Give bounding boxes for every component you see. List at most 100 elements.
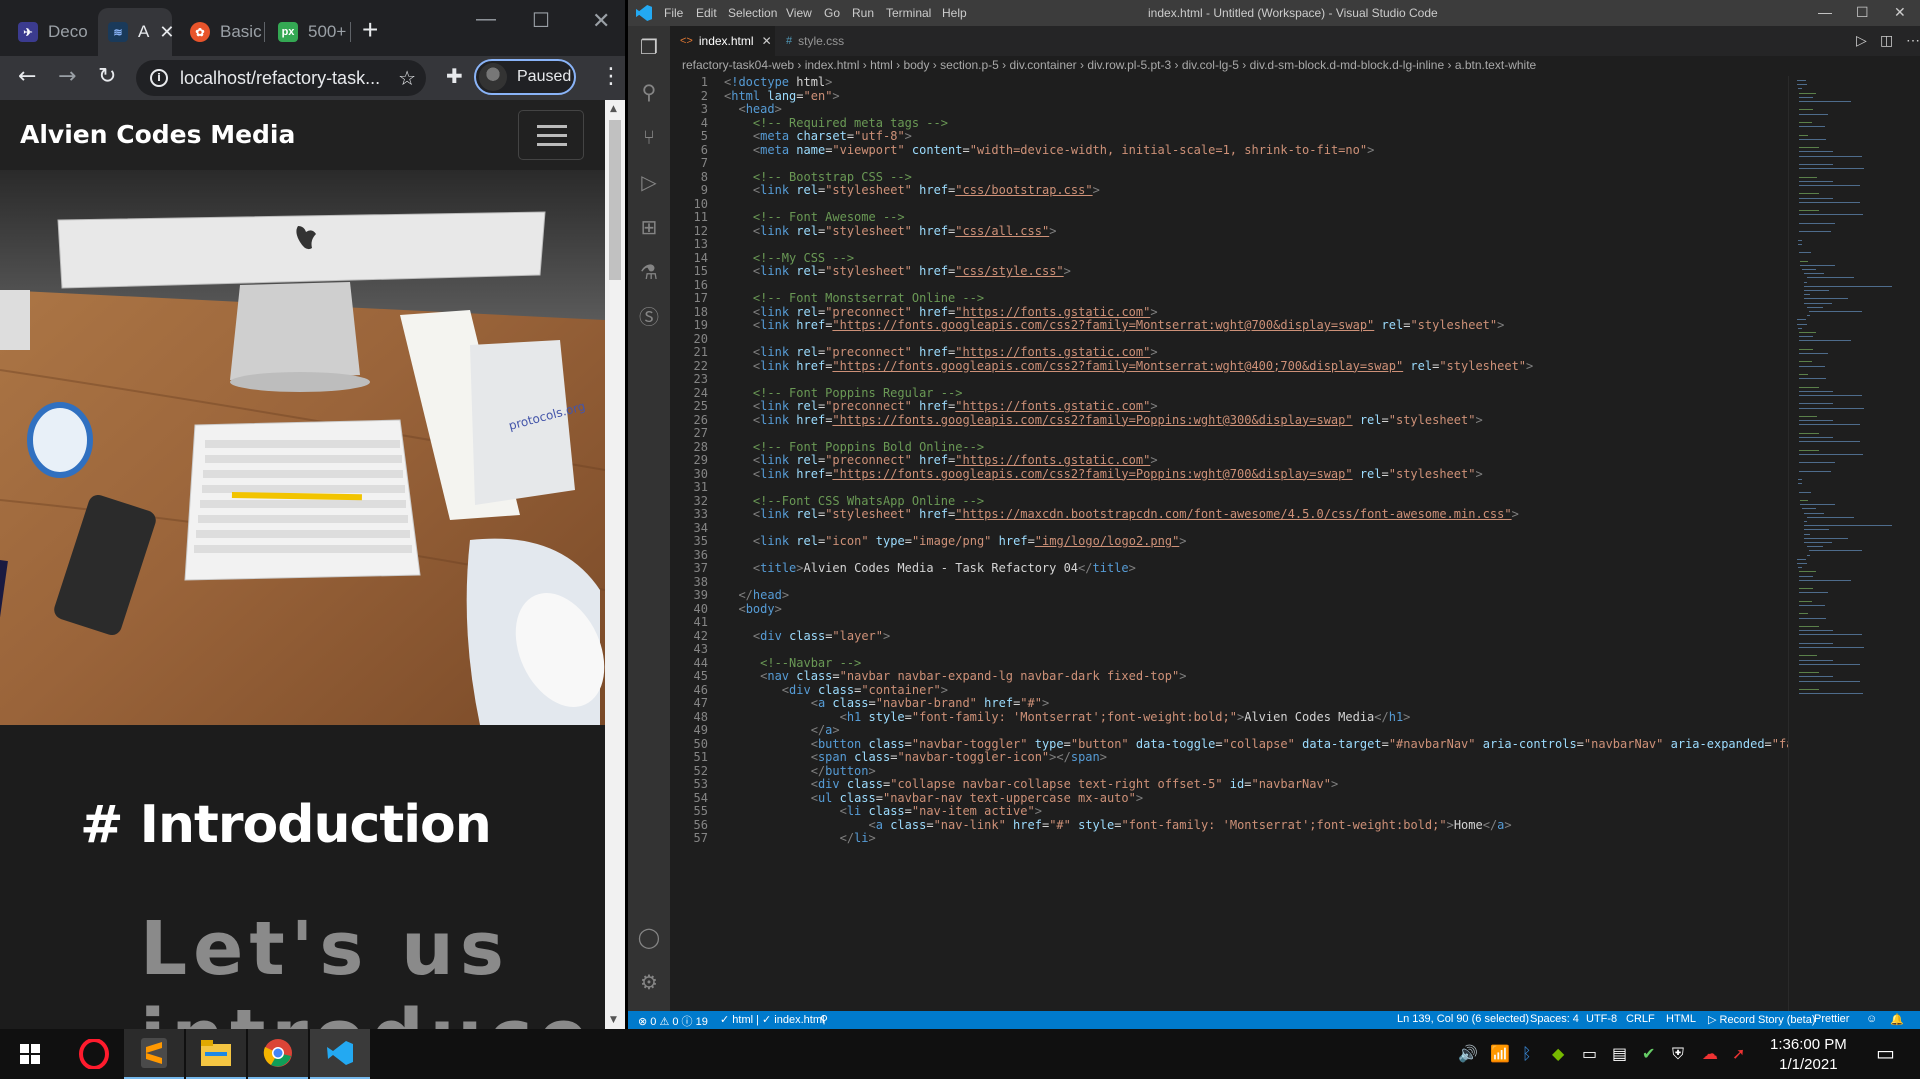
code-line[interactable]: 7 [670, 156, 1820, 171]
code-line[interactable]: 48 <h1 style="font-family: 'Montserrat';… [670, 710, 1820, 725]
battery-icon[interactable]: ▭ [1582, 1044, 1597, 1063]
code-line[interactable]: 46 <div class="container"> [670, 683, 1820, 698]
code-line[interactable]: 11 <!-- Font Awesome --> [670, 210, 1820, 225]
tab-index-html[interactable]: <> index.html ✕ [670, 26, 775, 56]
scrollbar-thumb[interactable] [609, 120, 621, 280]
code-line[interactable]: 20 [670, 332, 1820, 347]
code-line[interactable]: 41 [670, 615, 1820, 630]
code-line[interactable]: 31 [670, 480, 1820, 495]
profile-button[interactable]: Paused [474, 59, 576, 95]
problems-indicator[interactable]: ⊗ 0 ⚠ 0 ⓘ 19 [638, 1013, 708, 1029]
taskbar-file-explorer[interactable] [186, 1029, 246, 1079]
code-line[interactable]: 57 </li> [670, 831, 1820, 846]
live-share-icon[interactable]: Ⓢ [637, 306, 661, 330]
notifications-bell-icon[interactable]: 🔔 [1890, 1013, 1904, 1026]
code-line[interactable]: 6 <meta name="viewport" content="width=d… [670, 143, 1820, 158]
code-line[interactable]: 42 <div class="layer"> [670, 629, 1820, 644]
code-line[interactable]: 5 <meta charset="utf-8"> [670, 129, 1820, 144]
menu-file[interactable]: File [664, 6, 683, 20]
code-line[interactable]: 51 <span class="navbar-toggler-icon"></s… [670, 750, 1820, 765]
tab-style-css[interactable]: # style.css [776, 26, 856, 56]
code-line[interactable]: 21 <link rel="preconnect" href="https://… [670, 345, 1820, 360]
taskbar-vscode[interactable] [310, 1029, 370, 1079]
code-line[interactable]: 32 <!--Font CSS WhatsApp Online --> [670, 494, 1820, 509]
code-line[interactable]: 4 <!-- Required meta tags --> [670, 116, 1820, 131]
taskbar-opera[interactable] [64, 1029, 124, 1079]
code-line[interactable]: 16 [670, 278, 1820, 293]
volume-icon[interactable]: 🔊 [1458, 1044, 1478, 1063]
minimize-icon[interactable]: — [1818, 4, 1832, 20]
maximize-icon[interactable]: ☐ [532, 8, 550, 33]
code-line[interactable]: 43 [670, 642, 1820, 657]
html-validation-status[interactable]: ✓ html | ✓ index.html [720, 1013, 824, 1026]
cloud-sync-icon[interactable]: ☁ [1702, 1044, 1718, 1063]
code-line[interactable]: 25 <link rel="preconnect" href="https://… [670, 399, 1820, 414]
new-tab-icon[interactable]: + [362, 14, 378, 46]
menu-selection[interactable]: Selection [728, 6, 777, 20]
nvidia-icon[interactable]: ◆ [1552, 1044, 1564, 1063]
language-mode[interactable]: HTML [1666, 1013, 1696, 1025]
line-ending-setting[interactable]: CRLF [1626, 1013, 1655, 1025]
code-line[interactable]: 27 [670, 426, 1820, 441]
encoding-setting[interactable]: UTF-8 [1586, 1013, 1617, 1025]
code-line[interactable]: 13 [670, 237, 1820, 252]
run-file-icon[interactable]: ▷ [1856, 32, 1867, 49]
search-icon[interactable]: ⚲ [637, 81, 661, 105]
code-line[interactable]: 38 [670, 575, 1820, 590]
menu-terminal[interactable]: Terminal [886, 6, 931, 20]
code-line[interactable]: 44 <!--Navbar --> [670, 656, 1820, 671]
code-line[interactable]: 49 </a> [670, 723, 1820, 738]
taskbar-sublime-text[interactable] [124, 1029, 184, 1079]
prettier-status[interactable]: Prettier [1814, 1013, 1849, 1025]
code-editor[interactable]: 1 <!doctype html> 2 <html lang="en"> 3 <head… [670, 76, 1820, 1011]
breadcrumb-item[interactable]: div.container [1010, 58, 1077, 72]
code-line[interactable]: 47 <a class="navbar-brand" href="#"> [670, 696, 1820, 711]
code-line[interactable]: 30 <link href="https://fonts.googleapis.… [670, 467, 1820, 482]
code-line[interactable]: 28 <!-- Font Poppins Bold Online--> [670, 440, 1820, 455]
code-line[interactable]: 36 [670, 548, 1820, 563]
indentation-setting[interactable]: Spaces: 4 [1530, 1013, 1579, 1025]
breadcrumb-item[interactable]: refactory-task04-web [682, 58, 794, 72]
code-line[interactable]: 53 <div class="collapse navbar-collapse … [670, 777, 1820, 792]
code-line[interactable]: 1 <!doctype html> [670, 76, 1820, 90]
breadcrumb-item[interactable]: html [870, 58, 893, 72]
feedback-icon[interactable]: ☺ [1866, 1013, 1877, 1025]
extensions-puzzle-icon[interactable]: ✚ [446, 64, 463, 88]
close-tab-icon[interactable]: ✕ [159, 22, 174, 43]
forward-icon[interactable]: → [58, 64, 76, 89]
code-line[interactable]: 29 <link rel="preconnect" href="https://… [670, 453, 1820, 468]
bluetooth-icon[interactable]: ᛒ [1522, 1044, 1532, 1063]
site-brand[interactable]: Alvien Codes Media [20, 120, 295, 149]
maximize-icon[interactable]: ☐ [1856, 4, 1869, 21]
scroll-up-arrow-icon[interactable]: ▲ [610, 104, 617, 114]
wifi-icon[interactable]: 📶 [1490, 1044, 1510, 1063]
code-line[interactable]: 24 <!-- Font Poppins Regular --> [670, 386, 1820, 401]
bookmark-star-icon[interactable]: ☆ [398, 66, 416, 90]
code-line[interactable]: 56 <a class="nav-link" href="#" style="f… [670, 818, 1820, 833]
breadcrumb-item[interactable]: section.p-5 [940, 58, 999, 72]
run-debug-icon[interactable]: ▷ [637, 171, 661, 195]
menu-view[interactable]: View [786, 6, 812, 20]
code-line[interactable]: 45 <nav class="navbar navbar-expand-lg n… [670, 669, 1820, 684]
browser-tab-basic[interactable]: ✿ Basic [180, 8, 264, 56]
back-icon[interactable]: ← [18, 64, 36, 89]
code-line[interactable]: 33 <link rel="stylesheet" href="https://… [670, 507, 1820, 522]
code-line[interactable]: 18 <link rel="preconnect" href="https://… [670, 305, 1820, 320]
app-tray-icon[interactable]: ➚ [1732, 1044, 1745, 1063]
settings-gear-icon[interactable]: ⚙ [637, 971, 661, 995]
code-line[interactable]: 14 <!--My CSS --> [670, 251, 1820, 266]
code-line[interactable]: 52 </button> [670, 764, 1820, 779]
explorer-icon[interactable]: ❐ [637, 36, 661, 60]
code-line[interactable]: 22 <link href="https://fonts.googleapis.… [670, 359, 1820, 374]
menu-edit[interactable]: Edit [696, 6, 717, 20]
live-share-status-icon[interactable]: ⚲ [820, 1013, 828, 1026]
code-line[interactable]: 39 </head> [670, 588, 1820, 603]
browser-tab-active[interactable]: ≋ A ✕ [98, 8, 174, 56]
menu-go[interactable]: Go [824, 6, 840, 20]
code-line[interactable]: 50 <button class="navbar-toggler" type="… [670, 737, 1820, 752]
code-line[interactable]: 8 <!-- Bootstrap CSS --> [670, 170, 1820, 185]
breadcrumb[interactable]: refactory-task04-web › index.html › html… [682, 58, 1536, 74]
menu-run[interactable]: Run [852, 6, 874, 20]
shield-icon[interactable]: ⛨ [1672, 1044, 1684, 1064]
code-line[interactable]: 37 <title>Alvien Codes Media - Task Refa… [670, 561, 1820, 576]
